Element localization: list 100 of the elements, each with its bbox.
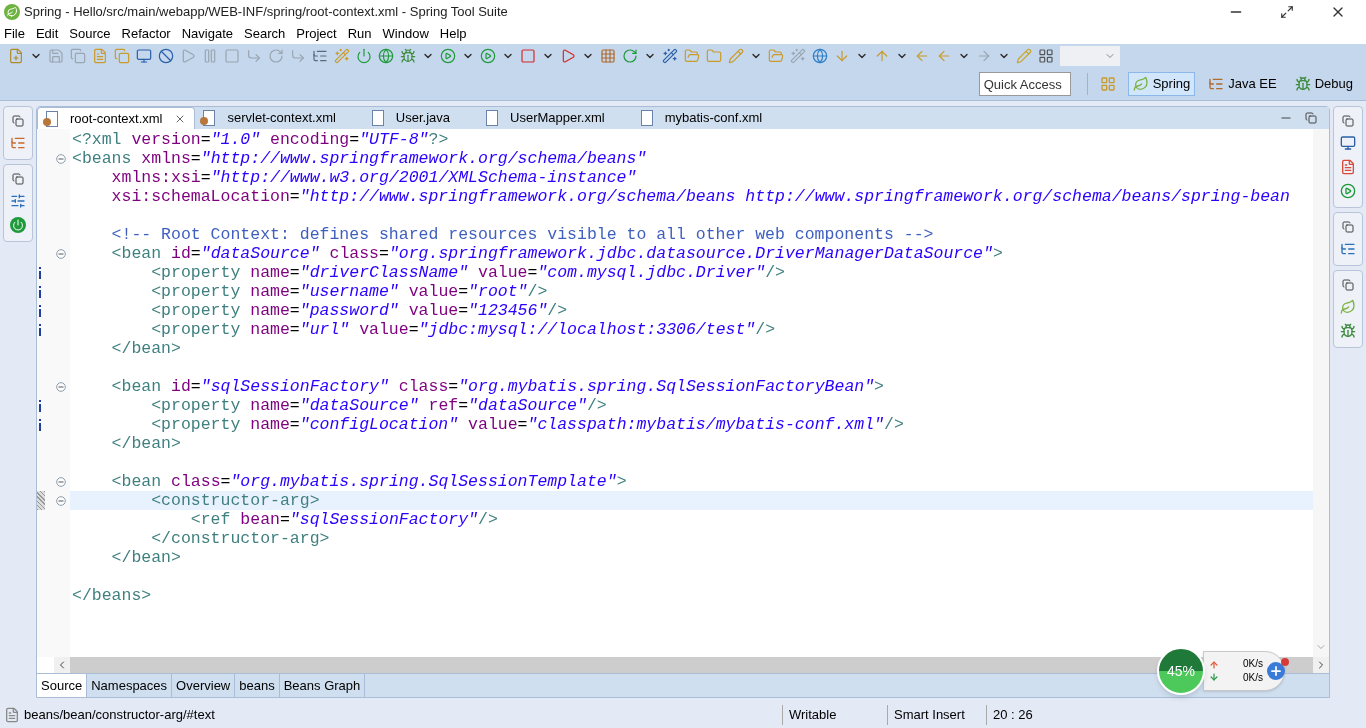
suspend-icon[interactable] (202, 48, 218, 64)
fold-icon[interactable] (56, 248, 66, 259)
code-line: <property name="password" value="123456"/> (150, 301, 568, 320)
monitor-icon[interactable] (136, 48, 152, 64)
change-marker (37, 491, 45, 510)
menu-item[interactable]: Edit (35, 24, 59, 44)
code-line: <property name="configLocation" value="classpath:mybatis/mybatis-conf.xml"/> (150, 415, 904, 434)
terminate-icon[interactable] (224, 48, 240, 64)
perspective-button[interactable]: Spring (1127, 72, 1196, 96)
power-icon[interactable] (356, 48, 372, 64)
grid-icon[interactable] (600, 48, 616, 64)
bug-icon[interactable] (400, 48, 416, 64)
info-icon (37, 285, 43, 298)
globe-icon[interactable] (378, 48, 394, 64)
status-insert-mode: Smart Insert (893, 706, 966, 725)
document-icon[interactable] (92, 48, 108, 64)
menu-item[interactable]: Project (296, 24, 337, 44)
menu-item[interactable]: Navigate (181, 24, 233, 44)
restore-icon[interactable] (1342, 115, 1354, 127)
editor-tab[interactable]: User.java (363, 107, 479, 129)
list-icon[interactable] (312, 48, 328, 64)
back-icon[interactable] (936, 48, 952, 64)
save-all-icon[interactable] (70, 48, 86, 64)
fold-icon[interactable] (56, 381, 66, 392)
stop-icon[interactable] (520, 48, 536, 64)
menu-item[interactable]: Window (382, 24, 429, 44)
restore-icon[interactable] (12, 173, 24, 185)
fold-icon[interactable] (56, 495, 66, 506)
brush-icon[interactable] (728, 48, 744, 64)
outline-icon[interactable] (1340, 241, 1356, 257)
wand-icon[interactable] (334, 48, 350, 64)
power-icon[interactable] (10, 217, 26, 233)
quick-access-field[interactable]: Quick Access (978, 72, 1071, 96)
run-icon[interactable] (440, 48, 456, 64)
sliders-icon[interactable] (10, 193, 26, 209)
usage-gauge[interactable]: 45% (1157, 647, 1205, 695)
maximize-icon[interactable] (1280, 5, 1294, 19)
code-line: </beans> (72, 586, 152, 605)
status-mode: Writable (788, 706, 838, 725)
save-icon[interactable] (48, 48, 64, 64)
code-line: <property name="url" value="jdbc:mysql://localhost:3306/test"/> (150, 320, 776, 339)
download-speed: 0K/s (1243, 671, 1263, 685)
menu-item[interactable]: Source (69, 24, 111, 44)
info-icon (37, 323, 43, 336)
code-line: <bean class="org.mybatis.spring.SqlSessionTemplate"> (110, 472, 627, 491)
open-folder-icon[interactable] (684, 48, 700, 64)
pages-icon[interactable] (114, 48, 130, 64)
leaf-icon (1132, 76, 1149, 92)
search-tool-icon[interactable] (790, 48, 806, 64)
monitor-icon[interactable] (1340, 135, 1356, 151)
open-perspective-icon[interactable] (1099, 76, 1116, 92)
globe-icon[interactable] (812, 48, 828, 64)
folder-icon[interactable] (706, 48, 722, 64)
bug-icon[interactable] (1340, 323, 1356, 339)
highlight-icon[interactable] (1016, 48, 1032, 64)
menu-item[interactable]: Search (244, 24, 286, 44)
skip-icon[interactable] (158, 48, 174, 64)
restore-icon[interactable] (1342, 279, 1354, 291)
last-edit-icon[interactable] (914, 48, 930, 64)
menu-item[interactable]: Help (439, 24, 467, 44)
resume-icon[interactable] (180, 48, 196, 64)
restore-icon[interactable] (1305, 112, 1317, 124)
step-over-icon[interactable] (268, 48, 284, 64)
fold-icon[interactable] (56, 476, 66, 487)
leaf-icon[interactable] (1340, 299, 1356, 315)
upload-arrow-icon (1209, 660, 1219, 670)
upload-speed: 0K/s (1243, 657, 1263, 671)
step-icon[interactable] (246, 48, 262, 64)
perspective-button[interactable]: Debug (1289, 72, 1358, 96)
external-tool-icon[interactable] (560, 48, 576, 64)
forward-icon[interactable] (976, 48, 992, 64)
apps-icon[interactable] (1038, 48, 1054, 64)
java-file-icon (371, 110, 384, 126)
editor-tab[interactable]: mybatis-conf.xml (632, 107, 791, 129)
fold-icon[interactable] (56, 153, 66, 164)
bug-icon (1294, 76, 1311, 92)
editor-page-tab[interactable]: Source (37, 674, 88, 697)
perspective-button[interactable]: Java EE (1203, 72, 1282, 96)
code-line: <property name="dataSource" ref="dataSource"/> (150, 396, 607, 415)
hierarchy-icon[interactable] (10, 135, 26, 151)
run-server-icon[interactable] (480, 48, 496, 64)
editor-tab[interactable]: UserMapper.xml (478, 107, 633, 129)
restore-icon[interactable] (12, 115, 24, 127)
step-return-icon[interactable] (290, 48, 306, 64)
previous-annotation-icon[interactable] (874, 48, 890, 64)
new-class-icon[interactable] (622, 48, 638, 64)
restore-icon[interactable] (1342, 221, 1354, 233)
menu-item[interactable]: Run (347, 24, 372, 44)
document-icon[interactable] (1340, 159, 1356, 175)
editor-tab[interactable]: servlet-context.xml (195, 107, 364, 129)
run-icon[interactable] (1340, 183, 1356, 199)
menu-item[interactable]: File (4, 24, 25, 44)
menu-item[interactable]: Refactor (121, 24, 171, 44)
next-annotation-icon[interactable] (834, 48, 850, 64)
file-icon (4, 707, 20, 723)
vertical-scrollbar[interactable] (1313, 129, 1329, 657)
new-file-icon[interactable] (8, 48, 24, 64)
editor-tab[interactable]: root-context.xml (37, 107, 196, 129)
aspect-icon[interactable] (662, 48, 678, 64)
open-type-icon[interactable] (768, 48, 784, 64)
